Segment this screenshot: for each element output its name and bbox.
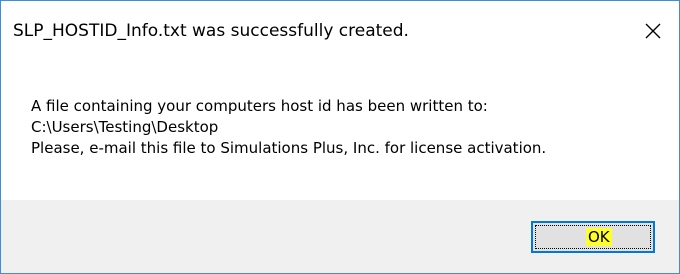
dialog-footer: OK (1, 200, 679, 273)
message-line-2: C:\Users\Testing\Desktop (31, 118, 219, 136)
ok-button[interactable]: OK (531, 221, 655, 253)
ok-button-label: OK (586, 228, 612, 246)
close-button[interactable] (631, 13, 675, 49)
dialog-title: SLP_HOSTID_Info.txt was successfully cre… (13, 21, 409, 41)
dialog-content: A file containing your computers host id… (1, 61, 679, 200)
message-line-1: A file containing your computers host id… (31, 97, 488, 115)
dialog-titlebar: SLP_HOSTID_Info.txt was successfully cre… (1, 1, 679, 61)
close-icon (645, 23, 661, 39)
message-dialog: SLP_HOSTID_Info.txt was successfully cre… (0, 0, 680, 274)
dialog-message: A file containing your computers host id… (31, 96, 546, 159)
message-line-3: Please, e-mail this file to Simulations … (31, 139, 547, 157)
